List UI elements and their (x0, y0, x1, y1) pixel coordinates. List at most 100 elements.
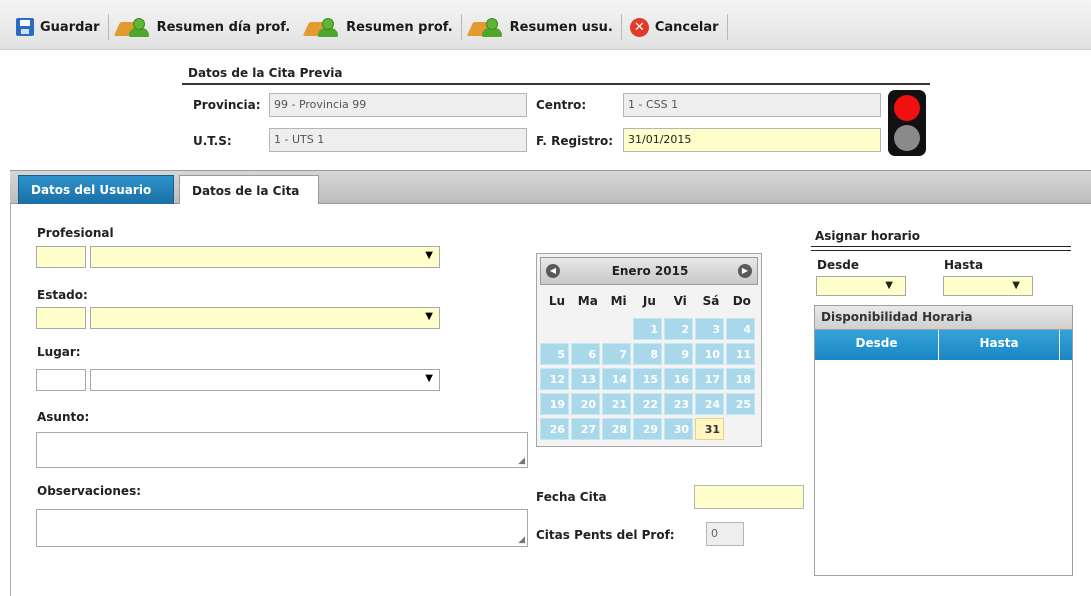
resumen-usu-label: Resumen usu. (509, 19, 613, 35)
user-book-icon (113, 16, 151, 38)
fecha-cita-input[interactable] (694, 485, 804, 509)
estado-select[interactable]: ▼ (90, 307, 440, 329)
weekday-label: Ju (642, 294, 656, 308)
calendar-day[interactable]: 7 (602, 343, 631, 365)
centro-field[interactable]: 1 - CSS 1 (623, 93, 881, 117)
chevron-down-icon: ▼ (425, 373, 433, 384)
disponibilidad-grid: Disponibilidad Horaria Desde Hasta (814, 305, 1073, 576)
provincia-field[interactable]: 99 - Provincia 99 (269, 93, 527, 117)
calendar-day[interactable]: 29 (633, 418, 662, 440)
calendar-day[interactable]: 20 (571, 393, 600, 415)
calendar-day[interactable]: 2 (664, 318, 693, 340)
centro-label: Centro: (536, 98, 587, 112)
observaciones-textarea[interactable]: ◢ (36, 509, 528, 547)
calendar-day[interactable]: 6 (571, 343, 600, 365)
chevron-down-icon: ▼ (1012, 280, 1020, 291)
weekday-label: Sá (702, 294, 720, 308)
user-book-icon (302, 16, 340, 38)
calendar-day[interactable]: 16 (664, 368, 693, 390)
cancelar-button[interactable]: ✕ Cancelar (622, 13, 727, 41)
calendar-day[interactable]: 8 (633, 343, 662, 365)
lugar-code-input[interactable] (36, 369, 86, 391)
weekday-label: Do (732, 294, 751, 308)
profesional-code-input[interactable] (36, 246, 86, 268)
calendar-day[interactable]: 5 (540, 343, 569, 365)
calendar-day[interactable]: 23 (664, 393, 693, 415)
gray-light (894, 125, 920, 151)
desde-label: Desde (817, 258, 859, 272)
provincia-label: Provincia: (193, 98, 261, 112)
section-divider (182, 83, 930, 85)
calendar-day[interactable]: 19 (540, 393, 569, 415)
fecha-cita-label: Fecha Cita (536, 490, 607, 504)
section-title: Datos de la Cita Previa (188, 66, 343, 80)
registro-field[interactable]: 31/01/2015 (623, 128, 881, 152)
calendar-day[interactable]: 1 (633, 318, 662, 340)
column-header-hasta[interactable]: Hasta (939, 330, 1060, 360)
hasta-select[interactable]: ▼ (943, 276, 1033, 296)
calendar-day[interactable]: 15 (633, 368, 662, 390)
calendar-day[interactable]: 4 (726, 318, 755, 340)
calendar-day[interactable]: 13 (571, 368, 600, 390)
calendar-day[interactable]: 25 (726, 393, 755, 415)
calendar-day-today[interactable]: 31 (695, 418, 724, 440)
guardar-button[interactable]: Guardar (8, 13, 108, 41)
cancelar-label: Cancelar (654, 19, 719, 35)
estado-code-input[interactable] (36, 307, 86, 329)
resize-grip-icon: ◢ (518, 535, 525, 545)
calendar-day[interactable]: 30 (664, 418, 693, 440)
resumen-usu-button[interactable]: Resumen usu. (462, 13, 621, 41)
weekday-label: Mi (610, 294, 627, 308)
disponibilidad-title: Disponibilidad Horaria (815, 306, 1072, 330)
tab-datos-usuario[interactable]: Datos del Usuario (18, 175, 174, 205)
desde-select[interactable]: ▼ (816, 276, 906, 296)
chevron-down-icon: ▼ (425, 311, 433, 322)
lugar-label: Lugar: (37, 345, 81, 359)
citas-pents-field[interactable]: 0 (706, 522, 744, 546)
toolbar-separator (726, 14, 728, 40)
resumen-dia-prof-button[interactable]: Resumen día prof. (109, 13, 299, 41)
column-header-desde[interactable]: Desde (815, 330, 939, 360)
weekday-label: Ma (577, 294, 598, 308)
tab-datos-cita[interactable]: Datos de la Cita (179, 175, 319, 206)
calendar-day[interactable]: 22 (633, 393, 662, 415)
calendar-day[interactable]: 28 (602, 418, 631, 440)
save-icon (16, 18, 34, 36)
lugar-select[interactable]: ▼ (90, 369, 440, 391)
calendar-day[interactable]: 14 (602, 368, 631, 390)
tab-bar: Datos del Usuario Datos de la Cita (10, 170, 1091, 206)
asunto-textarea[interactable]: ◢ (36, 432, 528, 468)
calendar-day[interactable]: 26 (540, 418, 569, 440)
calendar-day[interactable]: 3 (695, 318, 724, 340)
asignar-horario-title: Asignar horario (815, 229, 920, 243)
uts-label: U.T.S: (193, 134, 232, 148)
observaciones-label: Observaciones: (37, 484, 142, 498)
calendar-day[interactable]: 10 (695, 343, 724, 365)
red-light (894, 95, 920, 121)
chevron-down-icon: ▼ (425, 250, 433, 261)
calendar-day[interactable]: 18 (726, 368, 755, 390)
calendar-day[interactable]: 24 (695, 393, 724, 415)
calendar-day[interactable]: 27 (571, 418, 600, 440)
calendar-day[interactable]: 21 (602, 393, 631, 415)
resumen-dia-prof-label: Resumen día prof. (156, 19, 291, 35)
guardar-label: Guardar (40, 19, 100, 35)
traffic-light-icon (888, 90, 926, 156)
profesional-label: Profesional (37, 226, 114, 240)
calendar-month-title: Enero 2015 (611, 264, 689, 278)
user-book-icon (466, 16, 504, 38)
calendar-day[interactable]: 11 (726, 343, 755, 365)
next-month-icon[interactable]: ▶ (738, 264, 752, 278)
weekday-label: Vi (673, 294, 687, 308)
uts-field[interactable]: 1 - UTS 1 (269, 128, 527, 152)
resumen-prof-label: Resumen prof. (346, 19, 453, 35)
asignar-divider (811, 250, 1071, 251)
chevron-down-icon: ▼ (885, 280, 893, 291)
asignar-divider (811, 246, 1071, 247)
calendar: ◀ Enero 2015 ▶ Lu Ma Mi Ju Vi Sá Do 1234567891… (536, 253, 762, 447)
calendar-day[interactable]: 17 (695, 368, 724, 390)
calendar-day[interactable]: 9 (664, 343, 693, 365)
profesional-select[interactable]: ▼ (90, 246, 440, 268)
resumen-prof-button[interactable]: Resumen prof. (298, 13, 461, 41)
calendar-day[interactable]: 12 (540, 368, 569, 390)
